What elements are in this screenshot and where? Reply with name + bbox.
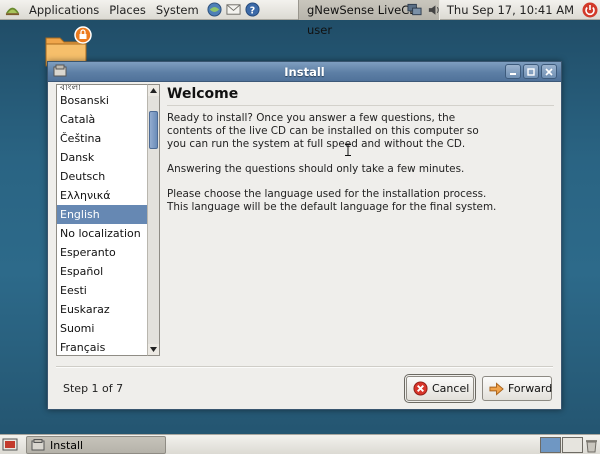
window-title: Install	[284, 65, 325, 79]
menu-applications[interactable]: Applications	[24, 0, 104, 20]
language-paragraph: Please choose the language used for the …	[167, 188, 497, 214]
list-item[interactable]: No localization	[57, 224, 159, 243]
volume-icon[interactable]	[427, 2, 443, 18]
list-item[interactable]: Euskaraz	[57, 300, 159, 319]
list-item[interactable]: Dansk	[57, 148, 159, 167]
browser-icon[interactable]	[207, 2, 223, 18]
help-icon[interactable]: ?	[245, 2, 261, 18]
close-icon[interactable]	[541, 64, 557, 79]
list-item[interactable]: Deutsch	[57, 167, 159, 186]
maximize-icon[interactable]	[523, 64, 539, 79]
list-item[interactable]: Bosanski	[57, 91, 159, 110]
install-window: Install বাংলা Bosanski Català Čeština Da…	[47, 61, 562, 410]
gnewsense-logo-icon[interactable]	[4, 2, 20, 18]
power-icon[interactable]	[582, 2, 598, 18]
workspace-1[interactable]	[540, 437, 561, 453]
menu-system[interactable]: System	[151, 0, 204, 20]
clock[interactable]: Thu Sep 17, 10:41 AM	[447, 3, 574, 17]
list-item-selected[interactable]: English	[57, 205, 159, 224]
bottom-panel: Install	[0, 434, 600, 454]
welcome-content: Welcome Ready to install? Once you answe…	[167, 86, 554, 227]
mail-icon[interactable]	[226, 2, 242, 18]
window-controls	[503, 64, 557, 79]
window-titlebar[interactable]: Install	[48, 62, 561, 82]
task-label: Install	[50, 438, 84, 452]
cancel-icon	[413, 381, 428, 397]
cancel-button[interactable]: Cancel	[404, 374, 476, 403]
show-desktop-icon[interactable]	[2, 437, 18, 453]
list-item[interactable]: Ελληνικά	[57, 186, 159, 205]
list-item[interactable]: Français	[57, 338, 159, 355]
divider	[56, 366, 553, 368]
top-panel: Applications Places System ? gNewSense L…	[0, 0, 600, 37]
scroll-up-icon[interactable]	[148, 85, 159, 96]
list-item[interactable]: Català	[57, 110, 159, 129]
network-icon[interactable]	[407, 2, 423, 18]
menu-places[interactable]: Places	[104, 0, 151, 20]
list-item[interactable]: Esperanto	[57, 243, 159, 262]
text-cursor-icon	[345, 144, 351, 156]
workspace-2[interactable]	[562, 437, 583, 453]
list-item[interactable]: Čeština	[57, 129, 159, 148]
trash-icon[interactable]	[585, 437, 598, 453]
step-indicator: Step 1 of 7	[63, 382, 124, 395]
list-item[interactable]: Suomi	[57, 319, 159, 338]
intro-paragraph: Ready to install? Once you answer a few …	[167, 112, 479, 150]
forward-button[interactable]: Forward	[482, 376, 552, 401]
taskbar-install-button[interactable]: Install	[26, 436, 166, 454]
language-list[interactable]: বাংলা Bosanski Català Čeština Dansk Deut…	[56, 84, 160, 356]
page-title: Welcome	[167, 86, 554, 106]
scroll-thumb[interactable]	[149, 111, 158, 149]
list-item[interactable]: Eesti	[57, 281, 159, 300]
forward-label: Forward	[508, 382, 553, 395]
installer-icon	[31, 439, 45, 451]
minimize-icon[interactable]	[505, 64, 521, 79]
svg-text:?: ?	[250, 5, 255, 16]
list-item[interactable]: Español	[57, 262, 159, 281]
scroll-down-icon[interactable]	[148, 344, 159, 355]
system-tray: Thu Sep 17, 10:41 AM	[405, 0, 600, 20]
time-paragraph: Answering the questions should only take…	[167, 162, 465, 175]
language-scrollbar[interactable]	[147, 84, 160, 356]
forward-arrow-icon	[489, 381, 504, 397]
cancel-label: Cancel	[432, 382, 470, 395]
